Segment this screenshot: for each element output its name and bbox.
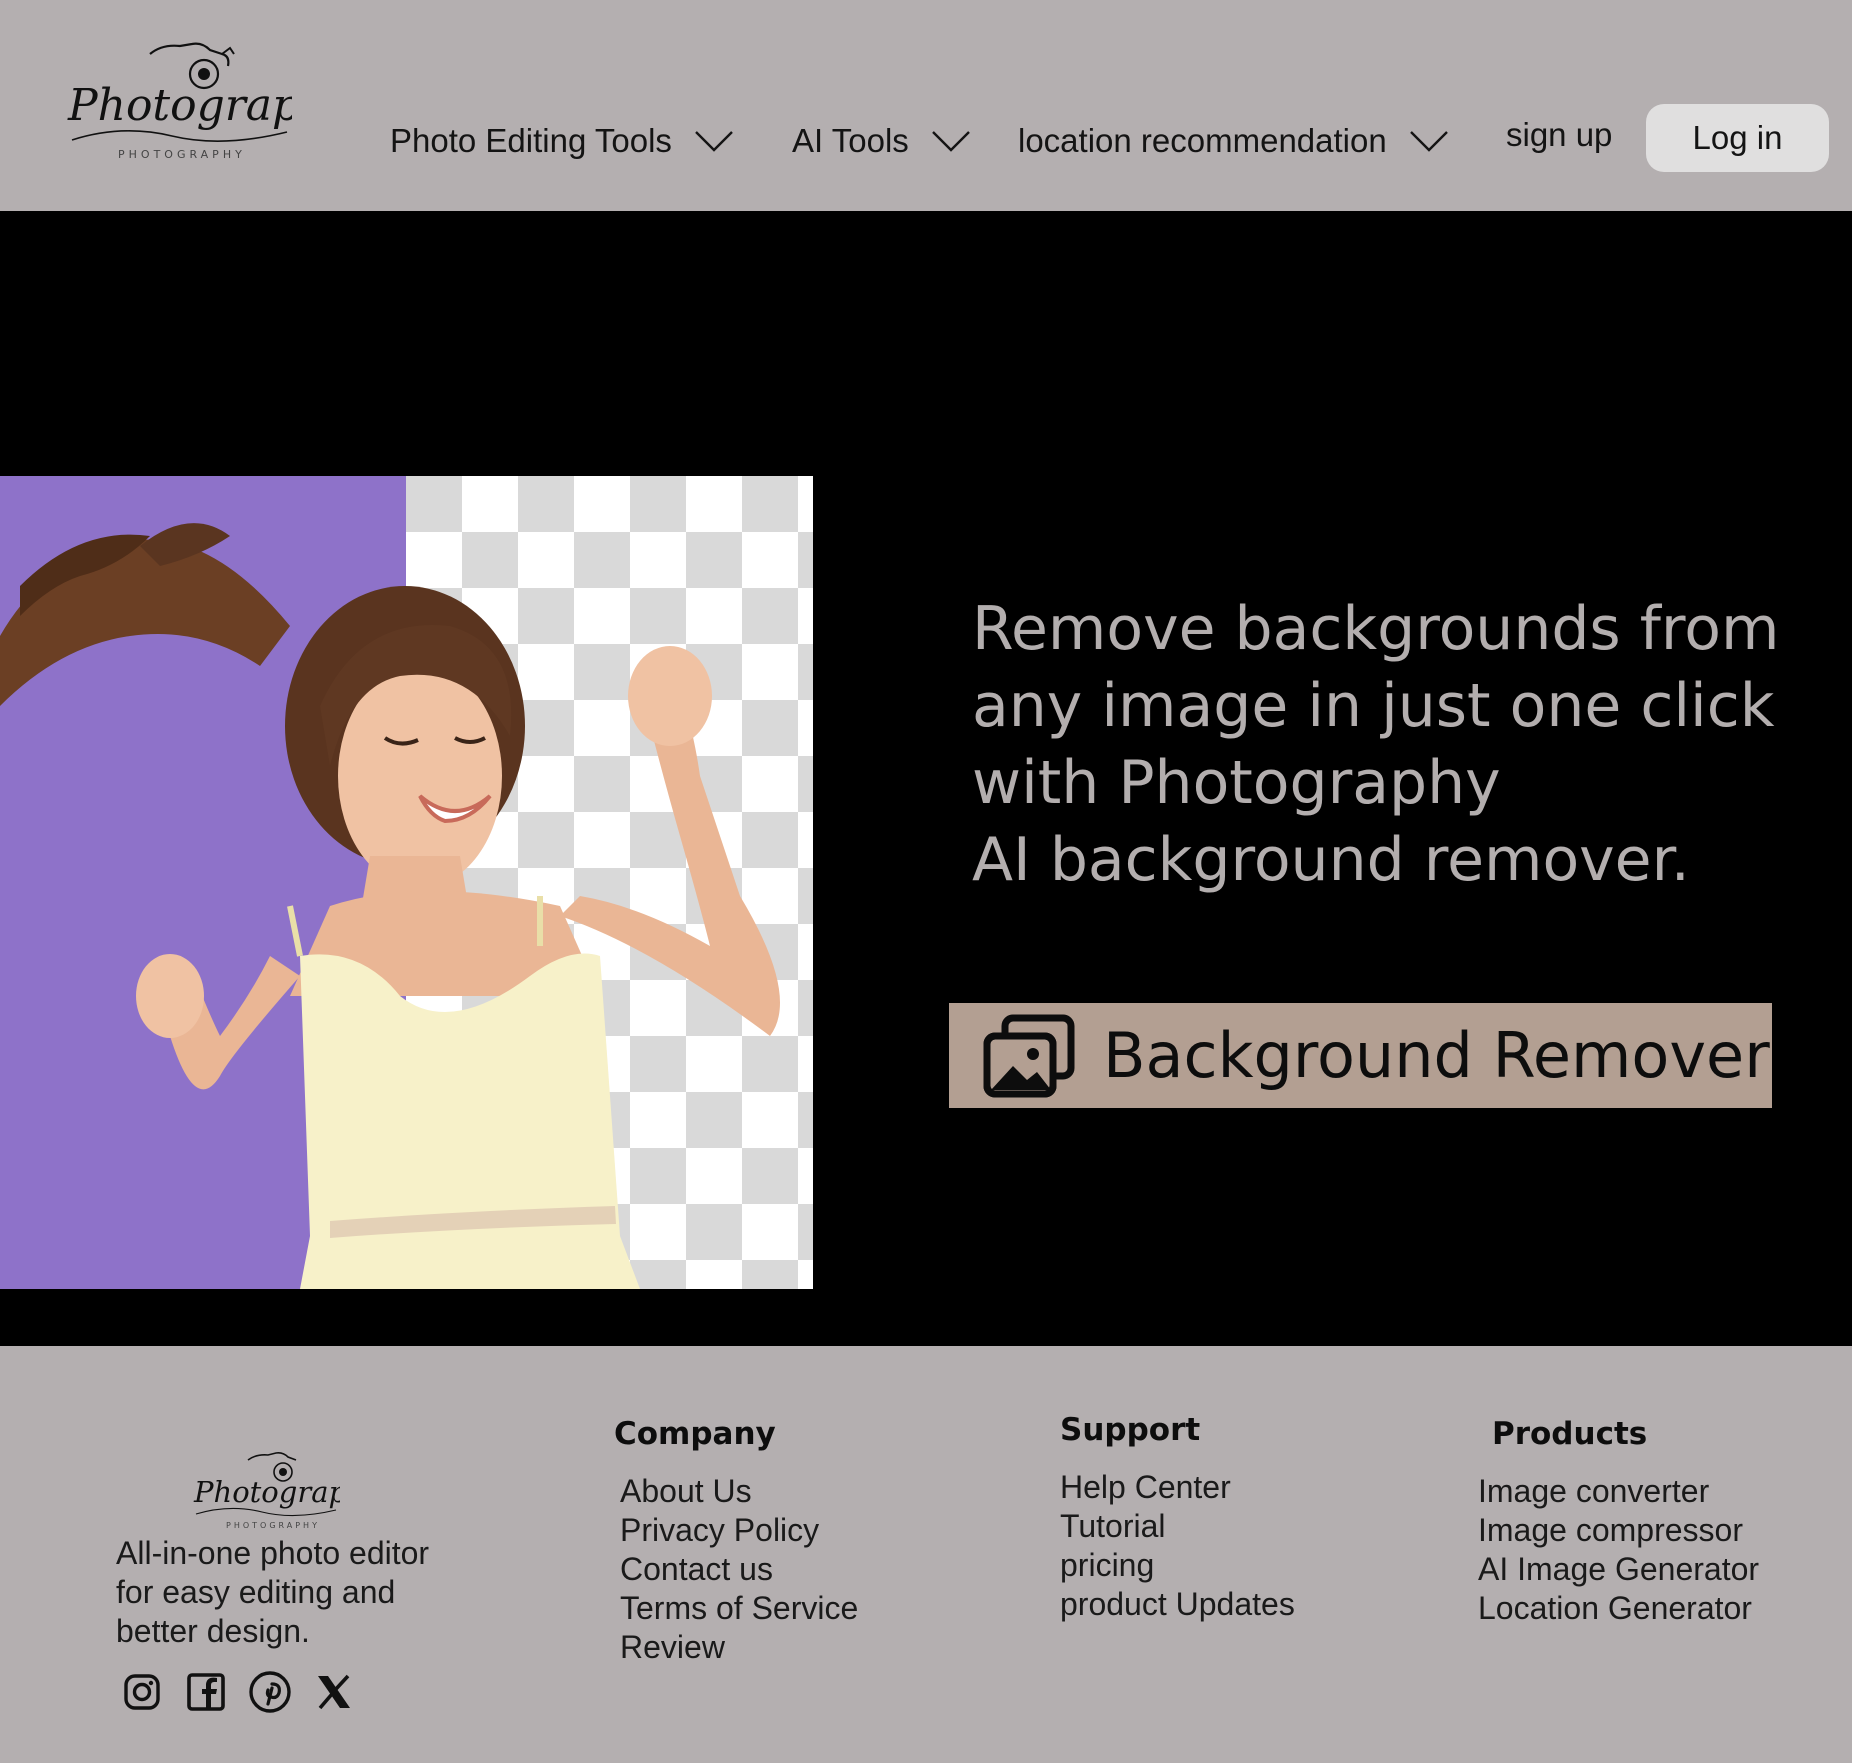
headline-line: any image in just one click — [972, 671, 1775, 741]
images-icon — [983, 1014, 1075, 1097]
nav-photo-editing-tools[interactable]: Photo Editing Tools — [390, 122, 734, 160]
footer-link-pricing[interactable]: pricing — [1060, 1546, 1295, 1585]
tagline-line: better design. — [116, 1613, 310, 1649]
footer-link-location-generator[interactable]: Location Generator — [1478, 1589, 1759, 1628]
nav-label: location recommendation — [1018, 122, 1387, 159]
svg-text:PHOTOGRAPHY: PHOTOGRAPHY — [118, 148, 246, 161]
footer-col-company: Company About Us Privacy Policy Contact … — [614, 1416, 858, 1667]
svg-text:PHOTOGRAPHY: PHOTOGRAPHY — [226, 1521, 320, 1530]
svg-text:Photography: Photography — [67, 80, 292, 131]
footer-col-support: Support Help Center Tutorial pricing pro… — [1060, 1412, 1295, 1624]
footer-link-terms-of-service[interactable]: Terms of Service — [620, 1589, 858, 1628]
tagline-line: for easy editing and — [116, 1574, 396, 1610]
headline-line: AI background remover. — [972, 825, 1690, 895]
footer-tagline: All-in-one photo editor for easy editing… — [116, 1534, 516, 1651]
footer-link-image-converter[interactable]: Image converter — [1478, 1472, 1759, 1511]
headline-line: with Photography — [972, 748, 1501, 818]
nav-label: AI Tools — [792, 122, 909, 159]
footer-link-about-us[interactable]: About Us — [620, 1472, 858, 1511]
chevron-down-icon — [695, 131, 733, 152]
cta-label: Background Remover — [1103, 1019, 1770, 1092]
footer-link-ai-image-generator[interactable]: AI Image Generator — [1478, 1550, 1759, 1589]
sign-up-link[interactable]: sign up — [1506, 116, 1612, 154]
site-footer: Photography PHOTOGRAPHY All-in-one photo… — [0, 1346, 1852, 1763]
column-heading: Support — [1060, 1412, 1201, 1448]
x-icon[interactable] — [312, 1670, 356, 1714]
footer-link-image-compressor[interactable]: Image compressor — [1478, 1511, 1759, 1550]
footer-col-products: Products Image converter Image compresso… — [1478, 1416, 1759, 1628]
background-remover-button[interactable]: Background Remover — [949, 1003, 1772, 1108]
brand-logo[interactable]: Photography PHOTOGRAPHY — [62, 40, 355, 170]
instagram-icon[interactable] — [120, 1670, 164, 1714]
nav-ai-tools[interactable]: AI Tools — [792, 122, 971, 160]
chevron-down-icon — [931, 131, 970, 152]
svg-text:Photography: Photography — [193, 1475, 340, 1509]
hero-image — [0, 476, 813, 1289]
headline-line: Remove backgrounds from — [972, 594, 1780, 664]
hero-section: Remove backgrounds from any image in jus… — [0, 211, 1852, 1346]
chevron-down-icon — [1409, 131, 1448, 152]
column-heading: Company — [614, 1416, 776, 1452]
footer-link-help-center[interactable]: Help Center — [1060, 1468, 1295, 1507]
facebook-icon[interactable] — [184, 1670, 228, 1714]
footer-logo[interactable]: Photography PHOTOGRAPHY — [190, 1450, 383, 1532]
footer-link-review[interactable]: Review — [620, 1628, 858, 1667]
nav-label: Photo Editing Tools — [390, 122, 672, 159]
footer-link-privacy-policy[interactable]: Privacy Policy — [620, 1511, 858, 1550]
tagline-line: All-in-one photo editor — [116, 1535, 430, 1571]
social-links — [120, 1670, 356, 1714]
footer-link-contact-us[interactable]: Contact us — [620, 1550, 858, 1589]
column-heading: Products — [1492, 1416, 1648, 1452]
nav-location-recommendation[interactable]: location recommendation — [1018, 122, 1449, 160]
log-in-button[interactable]: Log in — [1646, 104, 1829, 172]
footer-link-tutorial[interactable]: Tutorial — [1060, 1507, 1295, 1546]
footer-link-product-updates[interactable]: product Updates — [1060, 1585, 1295, 1624]
pinterest-icon[interactable] — [248, 1670, 292, 1714]
hero-headline: Remove backgrounds from any image in jus… — [972, 591, 1832, 899]
site-header: Photography PHOTOGRAPHY Photo Editing To… — [0, 0, 1852, 211]
